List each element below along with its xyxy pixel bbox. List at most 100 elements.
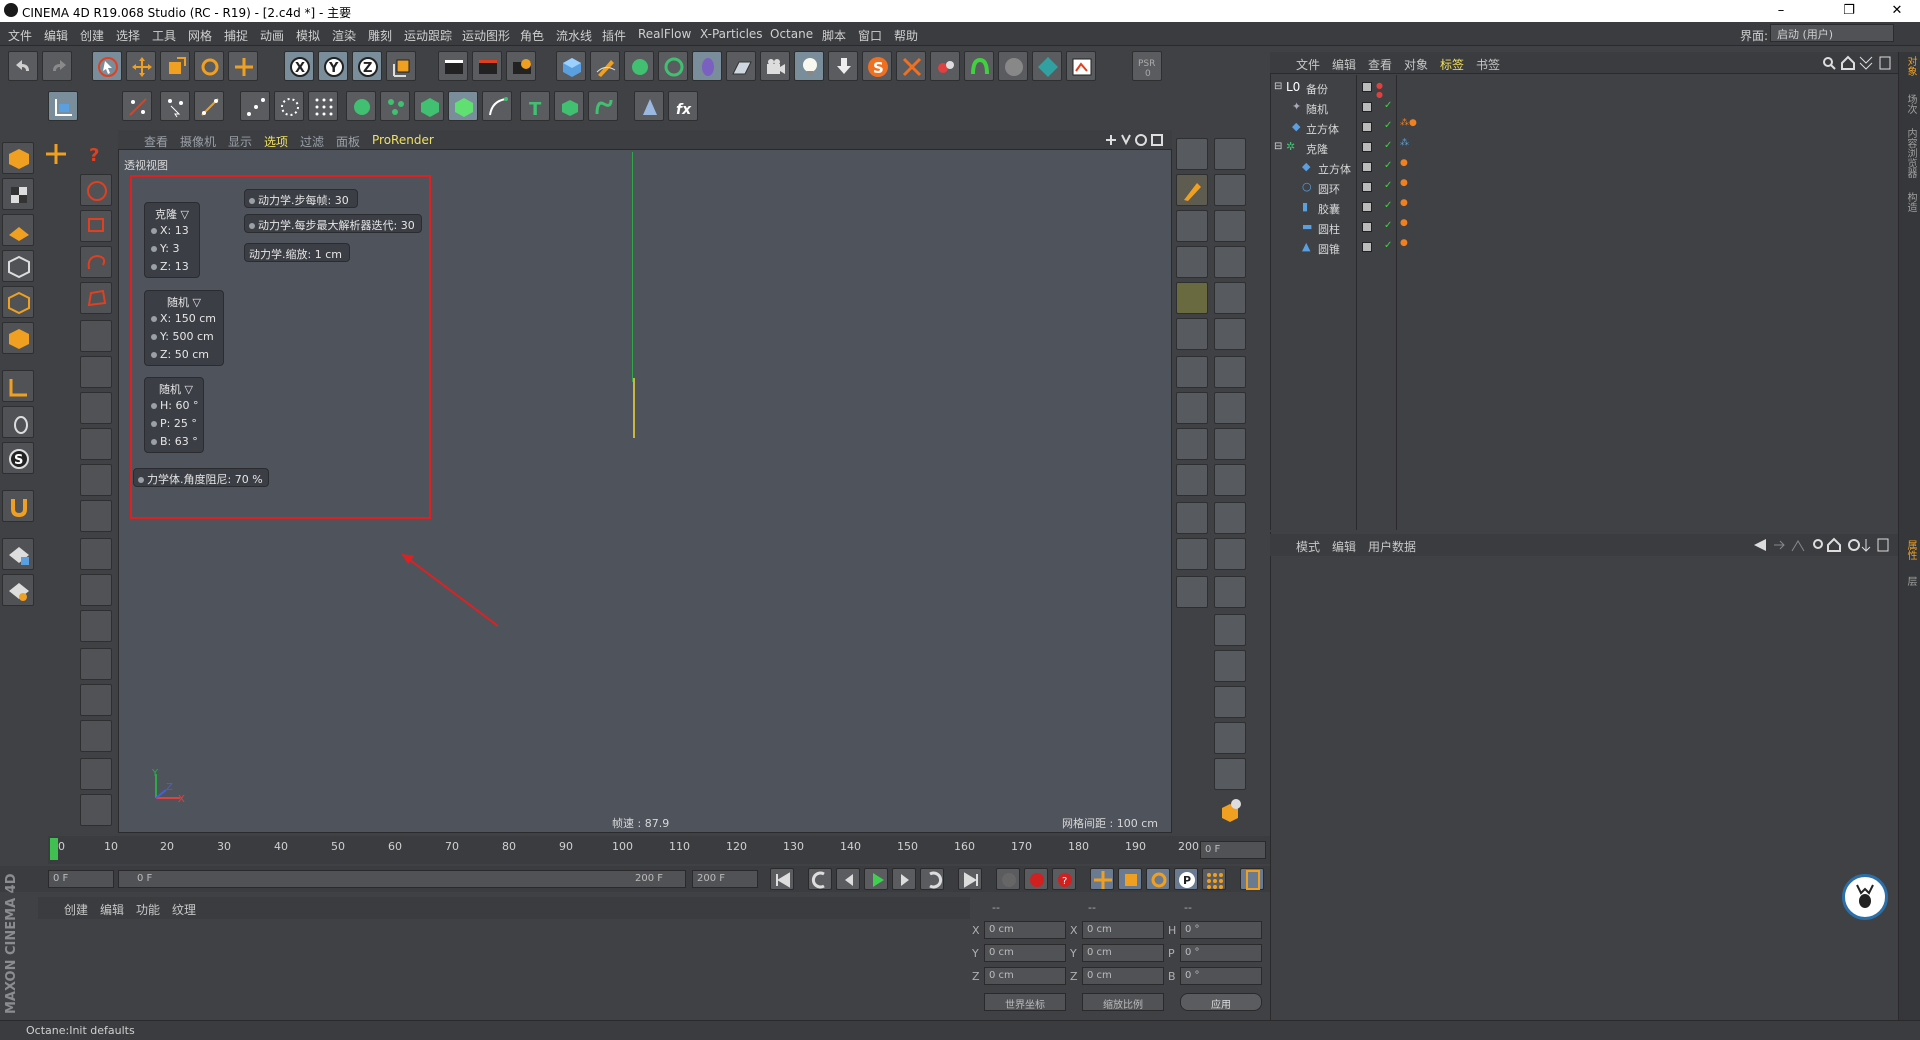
preview-range-slider[interactable]: 0 F 200 F xyxy=(118,870,686,888)
layer-toggle[interactable] xyxy=(1362,142,1372,152)
tweak-icon[interactable] xyxy=(2,406,34,438)
tag-icon[interactable]: ⁂ xyxy=(1400,138,1409,148)
position-z-field[interactable]: 0 cm xyxy=(984,967,1066,985)
maximize-button[interactable]: ❐ xyxy=(1826,0,1872,22)
tag-icon[interactable]: ● xyxy=(1400,158,1408,168)
menu-file[interactable]: 文件 xyxy=(8,27,32,44)
live-selection-icon[interactable] xyxy=(80,174,112,206)
brush-tool-icon[interactable] xyxy=(1176,174,1208,206)
obj-menu-view[interactable]: 查看 xyxy=(1368,56,1392,73)
mograph-cloner-button[interactable] xyxy=(346,91,376,121)
tool-slot-22-icon[interactable] xyxy=(1214,502,1246,534)
circle-points-button[interactable] xyxy=(274,91,304,121)
enabled-check-icon[interactable]: ✓ xyxy=(1384,140,1392,151)
x-axis-lock-button[interactable]: X xyxy=(284,51,314,81)
tool-slot-1-icon[interactable] xyxy=(1176,138,1208,170)
obj-menu-objects[interactable]: 对象 xyxy=(1404,56,1428,73)
camera-button[interactable] xyxy=(760,51,790,81)
magnet-icon[interactable] xyxy=(2,490,34,522)
snap-icon[interactable]: S xyxy=(2,442,34,474)
make-editable-button[interactable] xyxy=(122,91,152,121)
lasso-selection-icon[interactable] xyxy=(80,246,112,278)
next-frame-button[interactable] xyxy=(892,868,916,890)
obj-menu-edit[interactable]: 编辑 xyxy=(1332,56,1356,73)
menu-realflow[interactable]: RealFlow xyxy=(638,27,691,41)
obj-menu-tags[interactable]: 标签 xyxy=(1440,56,1464,73)
obj-manager-nav-icons[interactable] xyxy=(1822,55,1892,71)
scale-mode-select[interactable]: 缩放比例 xyxy=(1082,993,1164,1011)
light-button[interactable] xyxy=(794,51,824,81)
psr-button[interactable]: PSR 0 xyxy=(1132,51,1162,81)
deformer-button[interactable] xyxy=(692,51,722,81)
keyframe-selection-button[interactable]: ? xyxy=(1052,868,1076,890)
polygons-icon[interactable] xyxy=(2,322,34,354)
viewport-menu-cameras[interactable]: 摄像机 xyxy=(180,133,216,150)
layer-toggle[interactable] xyxy=(1362,82,1372,92)
tag-icon[interactable]: ● xyxy=(1400,218,1408,228)
viewport-menu-display[interactable]: 显示 xyxy=(228,133,252,150)
bridge-icon[interactable] xyxy=(80,356,112,388)
tool-slot-20-icon[interactable] xyxy=(1214,464,1246,496)
tab-objects[interactable]: 对象 xyxy=(1900,56,1918,76)
tool-slot-10-icon[interactable] xyxy=(1214,282,1246,314)
mirror-icon[interactable] xyxy=(80,500,112,532)
layer-toggle[interactable] xyxy=(1362,242,1372,252)
menu-script[interactable]: 脚本 xyxy=(822,27,846,44)
apply-button[interactable]: 应用 xyxy=(1180,993,1262,1011)
recent-tool-button[interactable] xyxy=(228,51,258,81)
redo-button[interactable] xyxy=(42,51,72,81)
render-view-button[interactable] xyxy=(438,51,468,81)
x-particles-button[interactable] xyxy=(896,51,926,81)
start-frame-field[interactable]: 0 F xyxy=(48,870,114,888)
layer-toggle[interactable] xyxy=(1362,102,1372,112)
play-button[interactable] xyxy=(864,868,888,890)
live-select-button[interactable] xyxy=(92,51,122,81)
s-plugin-button[interactable]: S xyxy=(862,51,892,81)
attr-menu-user-data[interactable]: 用户数据 xyxy=(1368,538,1416,555)
menu-octane[interactable]: Octane xyxy=(770,27,813,41)
go-to-end-button[interactable] xyxy=(958,868,982,890)
texture-mode-icon[interactable] xyxy=(2,178,34,210)
prev-frame-button[interactable] xyxy=(836,868,860,890)
tool-slot-12-icon[interactable] xyxy=(1214,318,1246,350)
menu-render[interactable]: 渲染 xyxy=(332,27,356,44)
tab-attributes[interactable]: 属性 xyxy=(1900,540,1918,560)
tool-slot-24-icon[interactable] xyxy=(1214,538,1246,570)
menu-snap[interactable]: 捕捉 xyxy=(224,27,248,44)
model-mode-button[interactable] xyxy=(48,91,78,121)
bevel-icon[interactable] xyxy=(80,684,112,716)
enabled-check-icon[interactable]: ✓ xyxy=(1384,180,1392,191)
move-tool-button[interactable] xyxy=(126,51,156,81)
layer-toggle[interactable] xyxy=(1362,122,1372,132)
render-picture-viewer-button[interactable] xyxy=(472,51,502,81)
mograph-voronoi-button[interactable] xyxy=(448,91,478,121)
autokey-button[interactable] xyxy=(1024,868,1048,890)
tool-slot-19-icon[interactable] xyxy=(1176,464,1208,496)
tool-slot-16-icon[interactable] xyxy=(1214,392,1246,424)
attr-nav-icons[interactable] xyxy=(1752,537,1892,553)
tool-slot-23-icon[interactable] xyxy=(1176,538,1208,570)
menu-simulate[interactable]: 模拟 xyxy=(296,27,320,44)
array-button[interactable] xyxy=(658,51,688,81)
tab-structure[interactable]: 构造 xyxy=(1900,192,1918,212)
tool-slot-14-icon[interactable] xyxy=(1214,356,1246,388)
realflow-button[interactable] xyxy=(930,51,960,81)
layout-select[interactable]: 启动 (用户) xyxy=(1770,24,1894,42)
floor-button[interactable] xyxy=(726,51,756,81)
viewport-menu-options[interactable]: 选项 xyxy=(264,133,288,150)
rotate-tool-button[interactable] xyxy=(194,51,224,81)
tool-slot-21-icon[interactable] xyxy=(1176,502,1208,534)
mat-menu-function[interactable]: 功能 xyxy=(136,901,160,918)
tag-icon[interactable]: ● xyxy=(1400,238,1408,248)
enabled-check-icon[interactable]: ✓ xyxy=(1384,160,1392,171)
layer-toggle[interactable] xyxy=(1362,222,1372,232)
octane-button[interactable] xyxy=(1032,51,1062,81)
tool-slot-31-icon[interactable] xyxy=(1214,758,1246,790)
tag-icon[interactable]: ● xyxy=(1400,198,1408,208)
menu-create[interactable]: 创建 xyxy=(80,27,104,44)
polygon-selection-icon[interactable] xyxy=(80,282,112,314)
size-y-field[interactable]: 0 cm xyxy=(1082,944,1164,962)
tool-slot-6-icon[interactable] xyxy=(1214,210,1246,242)
extrude-inner-icon[interactable] xyxy=(80,648,112,680)
end-frame-field[interactable]: 200 F xyxy=(692,870,758,888)
